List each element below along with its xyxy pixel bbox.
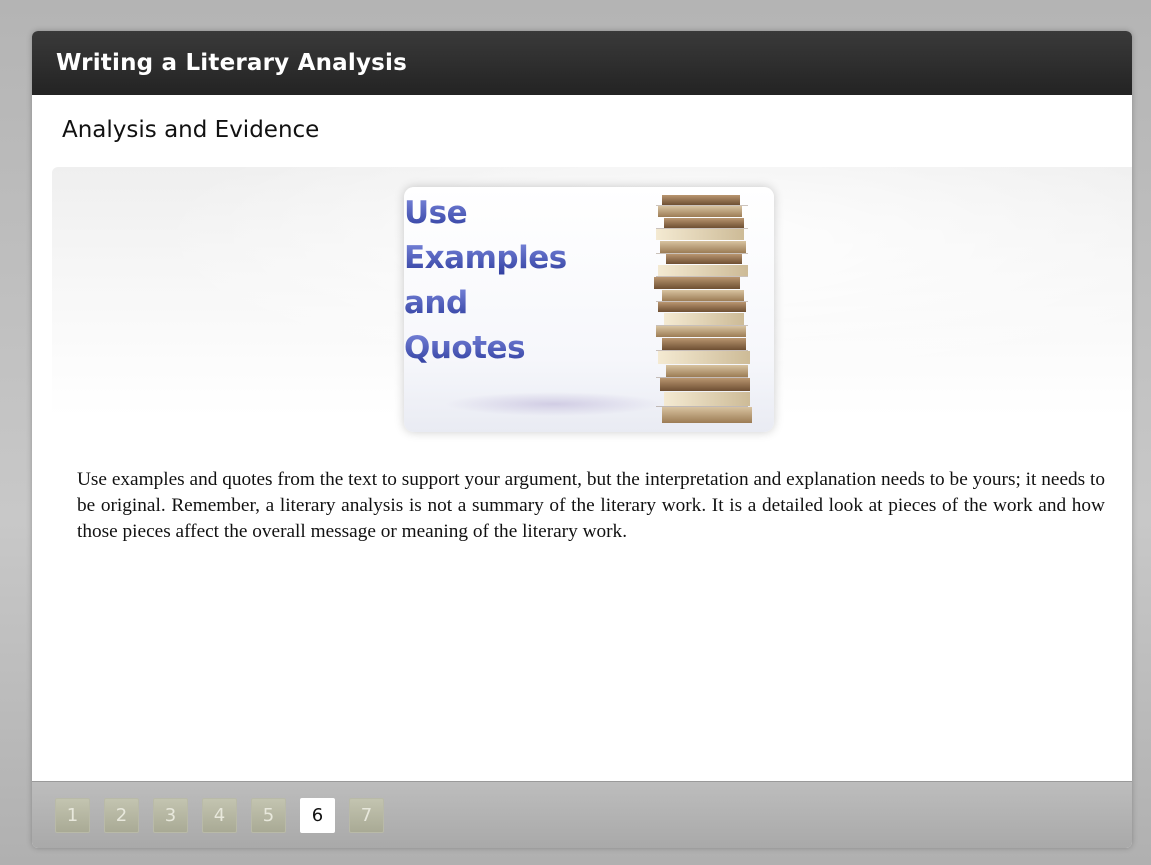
page-button-7[interactable]: 7: [349, 797, 384, 833]
page-button-3[interactable]: 3: [153, 797, 188, 833]
image-text-line: Quotes: [404, 330, 526, 366]
page-button-4[interactable]: 4: [202, 797, 237, 833]
page-button-5[interactable]: 5: [251, 797, 286, 833]
title-bar: Writing a Literary Analysis: [32, 31, 1132, 95]
pagination-bar: 1 2 3 4 5 6 7: [32, 781, 1132, 848]
page-button-2[interactable]: 2: [104, 797, 139, 833]
image-floor-shadow: [444, 392, 664, 416]
page-button-6-current[interactable]: 6: [300, 797, 335, 833]
image-text-line: Use: [404, 195, 468, 231]
window-title: Writing a Literary Analysis: [56, 50, 408, 76]
slide-heading: Analysis and Evidence: [62, 117, 320, 143]
lesson-window: Writing a Literary Analysis Analysis and…: [32, 31, 1132, 848]
slide-image: Use Examples and Quotes: [404, 187, 774, 432]
page-button-1[interactable]: 1: [55, 797, 90, 833]
book-stack-icon: [654, 195, 752, 423]
image-text-line: Examples: [404, 240, 567, 276]
image-text-line: and: [404, 285, 468, 321]
slide-body-text: Use examples and quotes from the text to…: [77, 469, 1105, 542]
